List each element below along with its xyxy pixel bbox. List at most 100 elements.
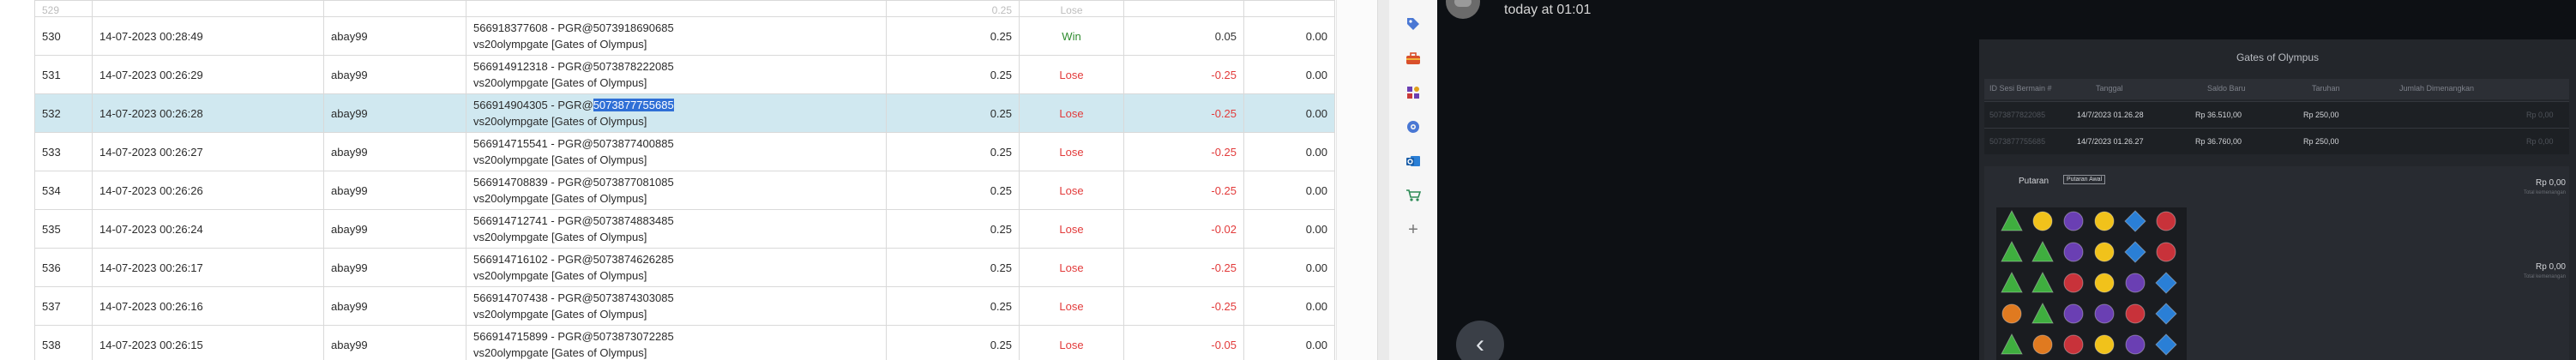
row-transaction[interactable]: 566914912318 - PGR@5073878222085 vs20olym… bbox=[466, 55, 887, 94]
row-transaction[interactable]: 566914904305 - PGR@5073877755685 vs20olym… bbox=[466, 93, 887, 133]
tx-id: 566914716102 - PGR@5073874626285 bbox=[473, 253, 674, 266]
game-name: vs20olympgate [Gates of Olympus] bbox=[473, 115, 647, 128]
table-row[interactable]: 531 14-07-2023 00:26:29 abay99 566914912318… bbox=[34, 55, 1335, 94]
row-winloss: -0.05 bbox=[1123, 325, 1244, 360]
blue-gem-icon bbox=[2155, 303, 2177, 325]
row-date: 14-07-2023 00:26:24 bbox=[92, 209, 324, 249]
header-balance: Saldo Baru bbox=[2207, 84, 2246, 93]
row-transaction[interactable]: 566914708839 - PGR@5073877081085 vs20olym… bbox=[466, 171, 887, 210]
header-won: Jumlah Dimenangkan bbox=[2399, 84, 2475, 93]
win-amount-bottom: Rp 0,00 bbox=[2535, 262, 2566, 272]
row-number: 531 bbox=[34, 55, 93, 94]
row-user: abay99 bbox=[323, 286, 466, 326]
row-winloss: -0.02 bbox=[1123, 209, 1244, 249]
row-amount: 0.25 bbox=[886, 55, 1020, 94]
row-user: abay99 bbox=[323, 93, 466, 133]
table-row[interactable]: 534 14-07-2023 00:26:26 abay99 566914708839… bbox=[34, 171, 1335, 210]
row-amount: 0.25 bbox=[886, 16, 1020, 56]
table-row[interactable]: 529 0.25 Lose bbox=[34, 0, 1335, 17]
row-date: 14-07-2023 00:26:17 bbox=[92, 248, 324, 287]
purple-gem-icon bbox=[2063, 211, 2084, 231]
row-winloss: -0.25 bbox=[1123, 248, 1244, 287]
table-row[interactable]: 535 14-07-2023 00:26:24 abay99 566914712741… bbox=[34, 209, 1335, 249]
game-name: vs20olympgate [Gates of Olympus] bbox=[473, 76, 647, 89]
row-transaction[interactable]: 566914715899 - PGR@5073873072285 vs20olym… bbox=[466, 325, 887, 360]
game-table-row[interactable]: 5073877755685 14/7/2023 01.26.27 Rp 36.7… bbox=[1984, 128, 2569, 154]
row-transaction[interactable]: 566918377608 - PGR@5073918690685 vs20olym… bbox=[466, 16, 887, 56]
outlook-icon[interactable] bbox=[1403, 151, 1423, 171]
row-number: 533 bbox=[34, 132, 93, 171]
chat-area: today at 01:01 Gates of Olympus ID Sesi … bbox=[1437, 0, 2576, 360]
header-session-id: ID Sesi Bermain # bbox=[1989, 84, 2052, 93]
row-result: Lose bbox=[1019, 0, 1124, 17]
row-winloss: -0.25 bbox=[1123, 93, 1244, 133]
symbol-grid-svg bbox=[2001, 209, 2177, 356]
row-result: Lose bbox=[1019, 248, 1124, 287]
purple-gem-icon bbox=[2125, 334, 2146, 355]
row-transaction[interactable]: 566914712741 - PGR@5073874883485 vs20olym… bbox=[466, 209, 887, 249]
row-user: abay99 bbox=[323, 16, 466, 56]
history-table-panel: 529 0.25 Lose 530 14-07-2023 00:28:49 abay… bbox=[0, 0, 1377, 360]
transaction-history-table: 529 0.25 Lose 530 14-07-2023 00:28:49 abay… bbox=[34, 0, 1335, 360]
purple-gem-icon bbox=[2125, 273, 2146, 293]
row-number: 532 bbox=[34, 93, 93, 133]
row-transaction[interactable]: 566914716102 - PGR@5073874626285 vs20olym… bbox=[466, 248, 887, 287]
purple-gem-icon bbox=[2063, 303, 2084, 324]
row-date: 14-07-2023 00:26:29 bbox=[92, 55, 324, 94]
table-row[interactable]: 537 14-07-2023 00:26:16 abay99 566914707438… bbox=[34, 286, 1335, 326]
row-balance: 0.00 bbox=[1243, 325, 1335, 360]
row-user: abay99 bbox=[323, 132, 466, 171]
tx-id: 566914708839 - PGR@5073877081085 bbox=[473, 176, 674, 189]
row-balance: 0.00 bbox=[1243, 209, 1335, 249]
blue-gem-icon bbox=[2155, 272, 2177, 294]
chess-icon[interactable] bbox=[1403, 82, 1423, 103]
table-row[interactable]: 530 14-07-2023 00:28:49 abay99 566918377608… bbox=[34, 16, 1335, 56]
row-number: 534 bbox=[34, 171, 93, 210]
blue-gem-icon bbox=[2124, 210, 2146, 232]
table-row[interactable]: 532 14-07-2023 00:26:28 abay99 566914904305… bbox=[34, 93, 1335, 133]
yellow-gem-icon bbox=[2094, 211, 2115, 231]
red-gem-icon bbox=[2125, 303, 2146, 324]
green-gem-icon bbox=[2001, 240, 2023, 262]
row-date: 14-07-2023 00:26:16 bbox=[92, 286, 324, 326]
row-result: Lose bbox=[1019, 209, 1124, 249]
green-gem-icon bbox=[2031, 302, 2054, 324]
row-amount: 0.25 bbox=[886, 209, 1020, 249]
spin-badge[interactable]: Putaran Awal bbox=[2063, 175, 2106, 184]
game-title: Gates of Olympus bbox=[2236, 51, 2320, 63]
symbol-grid bbox=[1996, 207, 2187, 360]
plus-icon[interactable]: + bbox=[1403, 219, 1423, 240]
red-gem-icon bbox=[2156, 242, 2176, 262]
row-date: 14-07-2023 00:26:15 bbox=[92, 325, 324, 360]
toolbox-icon[interactable] bbox=[1403, 48, 1423, 69]
tx-id: 566918377608 - PGR@5073918690685 bbox=[473, 21, 674, 34]
game-name: vs20olympgate [Gates of Olympus] bbox=[473, 153, 647, 166]
game-history-screenshot[interactable]: Gates of Olympus ID Sesi Bermain # Tangg… bbox=[1979, 39, 2576, 360]
row-winloss: -0.25 bbox=[1123, 132, 1244, 171]
row-transaction[interactable]: 566914715541 - PGR@5073877400885 vs20olym… bbox=[466, 132, 887, 171]
row-balance: 0.00 bbox=[1243, 171, 1335, 210]
row-transaction[interactable]: 566914707438 - PGR@5073874303085 vs20olym… bbox=[466, 286, 887, 326]
tx-id: 566914712741 - PGR@5073874883485 bbox=[473, 214, 674, 227]
row-date: 14-07-2023 00:26:27 bbox=[92, 132, 324, 171]
green-gem-icon bbox=[2031, 240, 2054, 262]
row-balance: 0.00 bbox=[1243, 248, 1335, 287]
purple-gem-icon bbox=[2094, 303, 2115, 324]
cart-icon[interactable] bbox=[1403, 185, 1423, 206]
row-result: Lose bbox=[1019, 55, 1124, 94]
spin-label: Putaran bbox=[2019, 177, 2049, 186]
extension-icon[interactable] bbox=[1403, 117, 1423, 137]
selected-text[interactable]: 5073877755685 bbox=[593, 99, 674, 111]
table-row[interactable]: 536 14-07-2023 00:26:17 abay99 566914716102… bbox=[34, 248, 1335, 287]
table-row[interactable]: 538 14-07-2023 00:26:15 abay99 566914715899… bbox=[34, 325, 1335, 360]
green-gem-icon bbox=[2001, 333, 2023, 355]
avatar[interactable] bbox=[1446, 0, 1480, 19]
game-table-row[interactable]: 5073877822085 14/7/2023 01.26.28 Rp 36.5… bbox=[1984, 101, 2569, 128]
row-number: 535 bbox=[34, 209, 93, 249]
row-winloss: -0.25 bbox=[1123, 286, 1244, 326]
row-result: Lose bbox=[1019, 171, 1124, 210]
row-user: abay99 bbox=[323, 248, 466, 287]
back-button[interactable]: ‹ bbox=[1456, 321, 1504, 360]
table-row[interactable]: 533 14-07-2023 00:26:27 abay99 566914715541… bbox=[34, 132, 1335, 171]
tag-icon[interactable] bbox=[1403, 14, 1423, 34]
